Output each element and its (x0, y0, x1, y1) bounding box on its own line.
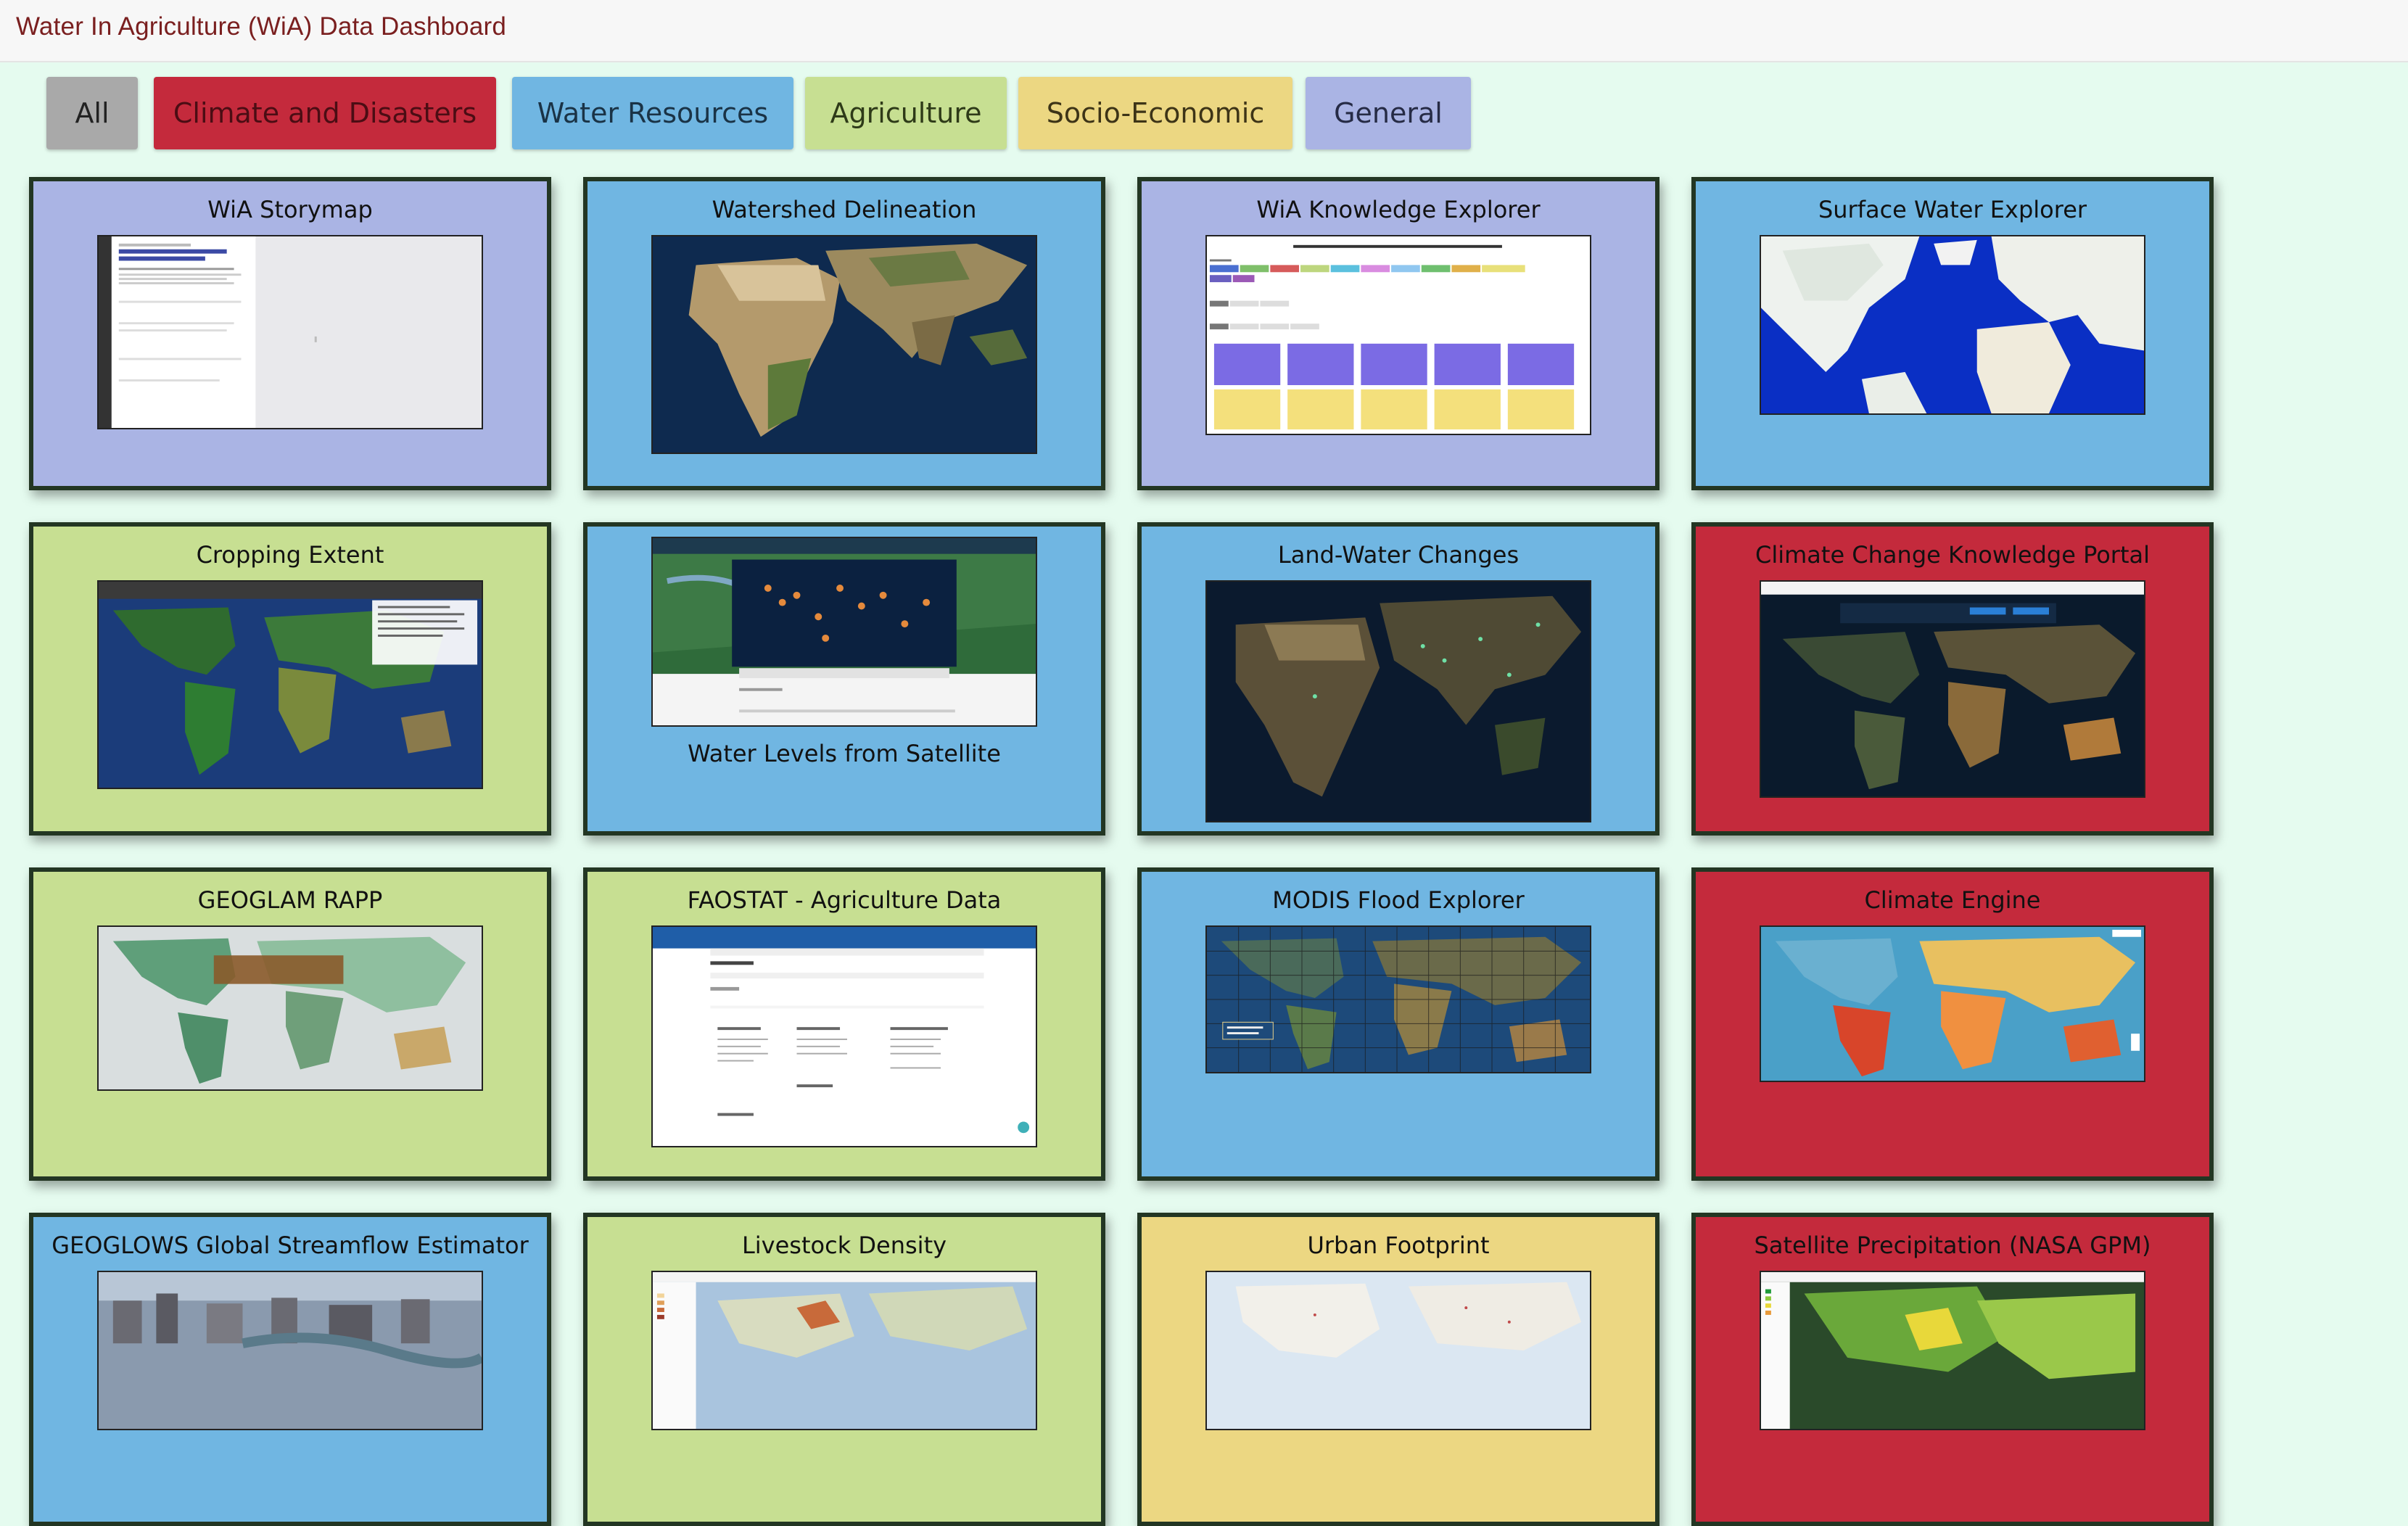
tile-watershed-delineation[interactable]: Watershed Delineation (583, 177, 1105, 490)
filter-agriculture-button[interactable]: Agriculture (805, 77, 1007, 149)
modis-flood-thumbnail (1205, 925, 1591, 1073)
tile-livestock-density[interactable]: Livestock Density (583, 1213, 1105, 1526)
tile-title: GEOGLAM RAPP (197, 886, 383, 914)
tile-title: Water Levels from Satellite (688, 740, 1001, 767)
watershed-map-thumbnail (651, 235, 1037, 454)
tile-title: Climate Change Knowledge Portal (1755, 541, 2150, 569)
tile-title: WiA Knowledge Explorer (1256, 196, 1541, 223)
precipitation-thumbnail (1760, 1271, 2145, 1430)
tile-urban-footprint[interactable]: Urban Footprint (1137, 1213, 1659, 1526)
filter-water-button[interactable]: Water Resources (512, 77, 793, 149)
tile-satellite-precipitation-nasa-gpm[interactable]: Satellite Precipitation (NASA GPM) (1691, 1213, 2214, 1526)
tile-title: WiA Storymap (207, 196, 373, 223)
tile-title: FAOSTAT - Agriculture Data (687, 886, 1002, 914)
urban-footprint-thumbnail (1205, 1271, 1591, 1430)
tile-water-levels-from-satellite[interactable]: Water Levels from Satellite (583, 522, 1105, 836)
livestock-thumbnail (651, 1271, 1037, 1430)
tile-land-water-changes[interactable]: Land-Water Changes (1137, 522, 1659, 836)
filter-all-button[interactable]: All (46, 77, 138, 149)
tile-title: Urban Footprint (1307, 1232, 1490, 1259)
storymap-thumbnail (97, 235, 483, 429)
tile-geoglam-rapp[interactable]: GEOGLAM RAPP (29, 867, 551, 1181)
geoglows-thumbnail (97, 1271, 483, 1430)
tile-title: MODIS Flood Explorer (1272, 886, 1525, 914)
tile-title: Watershed Delineation (712, 196, 977, 223)
tile-climate-engine[interactable]: Climate Engine (1691, 867, 2214, 1181)
tile-title: Climate Engine (1864, 886, 2041, 914)
filter-socioeconomic-button[interactable]: Socio-Economic (1018, 77, 1292, 149)
knowledge-explorer-thumbnail (1205, 235, 1591, 435)
tile-geoglows-streamflow[interactable]: GEOGLOWS Global Streamflow Estimator (29, 1213, 551, 1526)
geoglam-map-thumbnail (97, 925, 483, 1091)
tile-cropping-extent[interactable]: Cropping Extent (29, 522, 551, 836)
water-levels-thumbnail (651, 537, 1037, 727)
tile-title: Land-Water Changes (1277, 541, 1520, 569)
tile-faostat-agriculture-data[interactable]: FAOSTAT - Agriculture Data (583, 867, 1105, 1181)
climate-portal-thumbnail (1760, 580, 2145, 798)
tile-title: Surface Water Explorer (1818, 196, 2087, 223)
tile-title: Cropping Extent (196, 541, 384, 569)
tile-modis-flood-explorer[interactable]: MODIS Flood Explorer (1137, 867, 1659, 1181)
climate-engine-thumbnail (1760, 925, 2145, 1082)
tile-surface-water-explorer[interactable]: Surface Water Explorer (1691, 177, 2214, 490)
tile-wia-storymap[interactable]: WiA Storymap (29, 177, 551, 490)
filter-general-button[interactable]: General (1306, 77, 1471, 149)
tile-wia-knowledge-explorer[interactable]: WiA Knowledge Explorer (1137, 177, 1659, 490)
top-header: Water In Agriculture (WiA) Data Dashboar… (0, 0, 2408, 62)
tile-title: Livestock Density (741, 1232, 947, 1259)
filter-climate-button[interactable]: Climate and Disasters (154, 77, 496, 149)
tile-title: GEOGLOWS Global Streamflow Estimator (51, 1232, 529, 1259)
land-water-map-thumbnail (1205, 580, 1591, 822)
tile-title: Satellite Precipitation (NASA GPM) (1754, 1232, 2151, 1259)
surface-water-map-thumbnail (1760, 235, 2145, 415)
cropping-map-thumbnail (97, 580, 483, 789)
tile-climate-change-knowledge-portal[interactable]: Climate Change Knowledge Portal (1691, 522, 2214, 836)
faostat-thumbnail (651, 925, 1037, 1147)
page-title: Water In Agriculture (WiA) Data Dashboar… (16, 12, 507, 41)
